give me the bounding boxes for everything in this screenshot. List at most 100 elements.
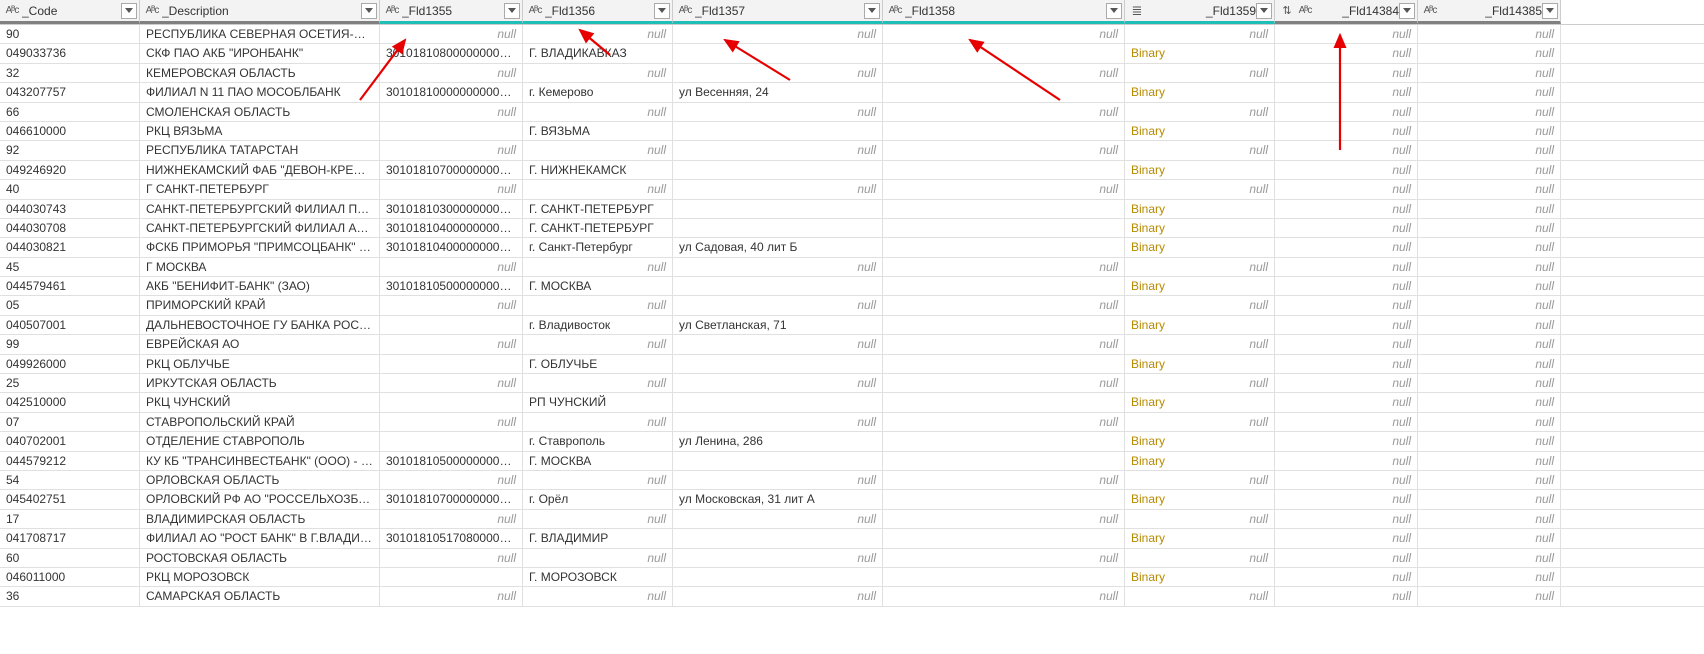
cell[interactable]: null bbox=[1418, 393, 1561, 411]
cell[interactable]: 30101810500000000212 bbox=[380, 452, 523, 470]
cell[interactable] bbox=[883, 432, 1125, 450]
cell[interactable]: Г. НИЖНЕКАМСК bbox=[523, 161, 673, 179]
cell[interactable]: null bbox=[523, 471, 673, 489]
cell[interactable] bbox=[883, 529, 1125, 547]
cell[interactable]: null bbox=[1275, 335, 1418, 353]
cell[interactable]: 17 bbox=[0, 510, 140, 528]
cell[interactable]: Binary bbox=[1125, 452, 1275, 470]
cell[interactable]: null bbox=[1125, 258, 1275, 276]
table-row[interactable]: 044030821ФСКБ ПРИМОРЬЯ "ПРИМСОЦБАНК" В Г… bbox=[0, 238, 1704, 257]
cell[interactable]: 36 bbox=[0, 587, 140, 605]
cell[interactable]: г. Владивосток bbox=[523, 316, 673, 334]
table-row[interactable]: 045402751ОРЛОВСКИЙ РФ АО "РОССЕЛЬХОЗБАНК… bbox=[0, 490, 1704, 509]
cell[interactable]: null bbox=[1418, 103, 1561, 121]
column-header-_Fld1359[interactable]: _Fld1359 bbox=[1125, 0, 1275, 24]
cell[interactable]: null bbox=[1418, 83, 1561, 101]
cell[interactable]: null bbox=[1418, 432, 1561, 450]
cell[interactable]: null bbox=[1275, 452, 1418, 470]
cell[interactable] bbox=[673, 44, 883, 62]
cell[interactable]: null bbox=[1418, 141, 1561, 159]
cell[interactable]: null bbox=[883, 258, 1125, 276]
cell[interactable]: Г. МОСКВА bbox=[523, 452, 673, 470]
cell[interactable]: null bbox=[1418, 258, 1561, 276]
table-row[interactable]: 046610000РКЦ ВЯЗЬМАГ. ВЯЗЬМАBinarynullnu… bbox=[0, 122, 1704, 141]
table-row[interactable]: 042510000РКЦ ЧУНСКИЙРП ЧУНСКИЙBinarynull… bbox=[0, 393, 1704, 412]
cell[interactable]: null bbox=[1275, 355, 1418, 373]
cell[interactable]: Г. МОСКВА bbox=[523, 277, 673, 295]
cell[interactable]: null bbox=[1275, 316, 1418, 334]
cell[interactable]: null bbox=[1275, 413, 1418, 431]
cell[interactable] bbox=[673, 452, 883, 470]
cell[interactable]: null bbox=[1418, 413, 1561, 431]
cell[interactable] bbox=[380, 393, 523, 411]
cell[interactable] bbox=[380, 432, 523, 450]
cell[interactable]: null bbox=[883, 25, 1125, 43]
cell[interactable]: Г. ВЛАДИМИР bbox=[523, 529, 673, 547]
cell[interactable]: 30101810800000000736 bbox=[380, 44, 523, 62]
cell[interactable]: 040507001 bbox=[0, 316, 140, 334]
column-header-_Code[interactable]: _Code bbox=[0, 0, 140, 24]
table-row[interactable]: 044030743САНКТ-ПЕТЕРБУРГСКИЙ ФИЛИАЛ ПАО … bbox=[0, 200, 1704, 219]
cell[interactable]: Binary bbox=[1125, 277, 1275, 295]
table-row[interactable]: 049926000РКЦ ОБЛУЧЬЕГ. ОБЛУЧЬЕBinarynull… bbox=[0, 355, 1704, 374]
cell[interactable]: null bbox=[1418, 200, 1561, 218]
cell[interactable]: null bbox=[883, 296, 1125, 314]
cell[interactable]: 30101810400000000821 bbox=[380, 238, 523, 256]
cell[interactable]: КЕМЕРОВСКАЯ ОБЛАСТЬ bbox=[140, 64, 380, 82]
cell[interactable]: Binary bbox=[1125, 355, 1275, 373]
cell[interactable]: 25 bbox=[0, 374, 140, 392]
cell[interactable]: null bbox=[1275, 471, 1418, 489]
cell[interactable]: 044030708 bbox=[0, 219, 140, 237]
cell[interactable] bbox=[380, 568, 523, 586]
cell[interactable]: 32 bbox=[0, 64, 140, 82]
cell[interactable]: null bbox=[1418, 296, 1561, 314]
cell[interactable]: 05 bbox=[0, 296, 140, 314]
table-row[interactable]: 45Г МОСКВАnullnullnullnullnullnullnull bbox=[0, 258, 1704, 277]
cell[interactable]: null bbox=[523, 103, 673, 121]
cell[interactable]: null bbox=[1275, 490, 1418, 508]
cell[interactable]: 042510000 bbox=[0, 393, 140, 411]
cell[interactable]: null bbox=[883, 471, 1125, 489]
cell[interactable] bbox=[380, 122, 523, 140]
cell[interactable]: САНКТ-ПЕТЕРБУРГСКИЙ ФИЛИАЛ ПАО "АК БАН..… bbox=[140, 200, 380, 218]
cell[interactable]: null bbox=[380, 25, 523, 43]
cell[interactable]: null bbox=[673, 510, 883, 528]
cell[interactable]: null bbox=[1418, 161, 1561, 179]
cell[interactable]: null bbox=[1418, 510, 1561, 528]
cell[interactable]: Binary bbox=[1125, 568, 1275, 586]
cell[interactable]: 044030821 bbox=[0, 238, 140, 256]
cell[interactable]: г. Орёл bbox=[523, 490, 673, 508]
cell[interactable]: null bbox=[1275, 180, 1418, 198]
cell[interactable]: null bbox=[1125, 510, 1275, 528]
table-row[interactable]: 60РОСТОВСКАЯ ОБЛАСТЬnullnullnullnullnull… bbox=[0, 549, 1704, 568]
cell[interactable]: null bbox=[1275, 83, 1418, 101]
cell[interactable]: 049926000 bbox=[0, 355, 140, 373]
cell[interactable]: Binary bbox=[1125, 529, 1275, 547]
cell[interactable]: null bbox=[883, 549, 1125, 567]
cell[interactable]: null bbox=[1275, 587, 1418, 605]
cell[interactable]: 40 bbox=[0, 180, 140, 198]
cell[interactable]: null bbox=[1275, 258, 1418, 276]
cell[interactable]: САНКТ-ПЕТЕРБУРГСКИЙ ФИЛИАЛ АКБ "НЗБАНК..… bbox=[140, 219, 380, 237]
cell[interactable]: 92 bbox=[0, 141, 140, 159]
cell[interactable]: null bbox=[673, 103, 883, 121]
cell[interactable]: null bbox=[673, 64, 883, 82]
cell[interactable]: Binary bbox=[1125, 432, 1275, 450]
cell[interactable]: 07 bbox=[0, 413, 140, 431]
cell[interactable]: 90 bbox=[0, 25, 140, 43]
cell[interactable]: РП ЧУНСКИЙ bbox=[523, 393, 673, 411]
cell[interactable] bbox=[883, 122, 1125, 140]
cell[interactable]: САМАРСКАЯ ОБЛАСТЬ bbox=[140, 587, 380, 605]
cell[interactable]: null bbox=[523, 549, 673, 567]
column-header-_Fld1358[interactable]: _Fld1358 bbox=[883, 0, 1125, 24]
cell[interactable]: СКФ ПАО АКБ "ИРОНБАНК" bbox=[140, 44, 380, 62]
cell[interactable]: г. Санкт-Петербург bbox=[523, 238, 673, 256]
cell[interactable]: Binary bbox=[1125, 161, 1275, 179]
cell[interactable]: null bbox=[673, 258, 883, 276]
cell[interactable] bbox=[883, 277, 1125, 295]
cell[interactable] bbox=[883, 238, 1125, 256]
cell[interactable]: null bbox=[1418, 122, 1561, 140]
cell[interactable]: null bbox=[1275, 161, 1418, 179]
cell[interactable]: null bbox=[380, 103, 523, 121]
cell[interactable]: null bbox=[1275, 510, 1418, 528]
